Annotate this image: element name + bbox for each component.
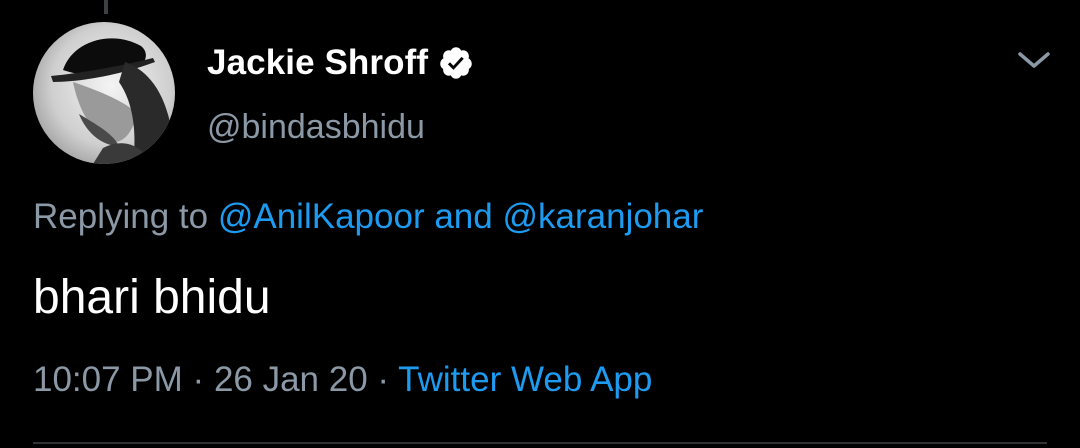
meta-separator: · [377,360,390,399]
chevron-down-icon[interactable] [1014,46,1054,76]
replying-prefix: Replying to [33,197,209,236]
tweet-date[interactable]: 26 Jan 20 [214,360,368,399]
mention-joiner[interactable]: and [434,197,492,236]
mention-karanjohar-link[interactable]: @karanjohar [502,197,703,236]
tweet-source-link[interactable]: Twitter Web App [398,360,652,399]
display-name[interactable]: Jackie Shroff [207,43,428,83]
meta-separator: · [192,360,205,399]
author-name-row: Jackie Shroff [207,40,474,86]
user-handle[interactable]: @bindasbhidu [207,108,425,147]
tweet-text: bhari bhidu [33,271,271,324]
mention-anilkapoor-link[interactable]: @AnilKapoor [218,197,425,236]
tweet-meta: 10:07 PM · 26 Jan 20 · Twitter Web App [33,360,652,400]
replying-to-line: Replying to @AnilKapoor and @karanjohar [33,197,703,237]
profile-photo [33,22,175,164]
avatar[interactable] [33,22,175,164]
verified-badge-icon [438,45,474,81]
thread-connector-line [104,0,108,14]
tweet-time[interactable]: 10:07 PM [33,360,183,399]
divider [33,442,1047,444]
